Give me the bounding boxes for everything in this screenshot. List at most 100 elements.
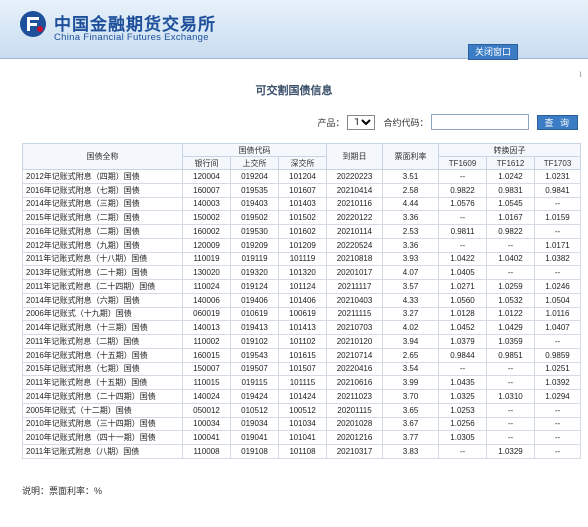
filter-bar: 产品： TF 合约代码： 查 询 <box>317 114 578 130</box>
cf-tf1612-cell: 1.0310 <box>486 389 535 404</box>
cf-tf1612-cell: -- <box>486 402 535 418</box>
interbank-code-cell: 120009 <box>182 237 231 253</box>
col-header-tf1703: TF1703 <box>534 156 581 170</box>
interbank-code-cell: 110015 <box>182 375 231 390</box>
maturity-date-cell: 20201028 <box>326 416 383 432</box>
cf-tf1609-cell: 1.0325 <box>438 389 487 404</box>
bond-name-cell: 2016年记账式附息（七期）国债 <box>22 182 183 198</box>
interbank-code-cell: 150007 <box>182 361 231 377</box>
szse-code-cell: 101108 <box>278 444 327 459</box>
cf-tf1609-cell: 1.0379 <box>438 334 487 349</box>
bond-name-cell: 2011年记账式附息（二期）国债 <box>22 334 183 349</box>
interbank-code-cell: 110019 <box>182 251 231 267</box>
coupon-rate-cell: 3.83 <box>382 444 439 459</box>
coupon-rate-cell: 3.36 <box>382 237 439 253</box>
szse-code-cell: 101204 <box>278 169 327 184</box>
col-header-tf1609: TF1609 <box>438 156 487 170</box>
interbank-code-cell: 110002 <box>182 334 231 349</box>
interbank-code-cell: 160007 <box>182 182 231 198</box>
table-row: 2011年记账式附息（八期）国债 110008 019108 101108 202103… <box>22 444 581 459</box>
col-header-sse: 上交所 <box>230 156 279 170</box>
sse-code-cell: 019424 <box>230 389 279 404</box>
cf-tf1609-cell: -- <box>438 444 487 459</box>
szse-code-cell: 101102 <box>278 334 327 349</box>
cf-tf1609-cell: 1.0422 <box>438 251 487 267</box>
sse-code-cell: 019320 <box>230 265 279 280</box>
cf-tf1703-cell: 1.0116 <box>534 306 581 322</box>
interbank-code-cell: 130020 <box>182 265 231 280</box>
cf-tf1703-cell: -- <box>534 196 581 212</box>
cf-tf1612-cell: 0.9831 <box>486 182 535 198</box>
coupon-rate-cell: 2.58 <box>382 182 439 198</box>
szse-code-cell: 101041 <box>278 430 327 445</box>
szse-code-cell: 101406 <box>278 292 327 308</box>
bond-name-cell: 2005年记账式（十二期）国债 <box>22 402 183 418</box>
cf-tf1703-cell: -- <box>534 444 581 459</box>
col-header-maturity: 到期日 <box>326 143 383 170</box>
cf-tf1609-cell: 1.0128 <box>438 306 487 322</box>
cf-tf1612-cell: 1.0329 <box>486 444 535 459</box>
table-row: 2014年记账式附息（十三期）国债 140013 019413 101413 20210… <box>22 320 581 335</box>
cf-tf1612-cell: 0.9851 <box>486 347 535 363</box>
cf-tf1703-cell: 0.9841 <box>534 182 581 198</box>
coupon-rate-cell: 3.94 <box>382 334 439 349</box>
cf-tf1703-cell: 1.0294 <box>534 389 581 404</box>
maturity-date-cell: 20210414 <box>326 182 383 198</box>
coupon-rate-cell: 3.99 <box>382 375 439 390</box>
coupon-rate-cell: 4.02 <box>382 320 439 335</box>
cf-tf1703-cell: 1.0231 <box>534 169 581 184</box>
bond-name-cell: 2014年记账式附息（六期）国债 <box>22 292 183 308</box>
sse-code-cell: 010619 <box>230 306 279 322</box>
col-header-coupon: 票面利率 <box>382 143 439 170</box>
cf-tf1703-cell: -- <box>534 416 581 432</box>
maturity-date-cell: 20211115 <box>326 306 383 322</box>
cf-tf1609-cell: 1.0576 <box>438 196 487 212</box>
coupon-rate-cell: 2.65 <box>382 347 439 363</box>
table-row: 2012年记账式附息（四期）国债 120004 019204 101204 202202… <box>22 169 581 184</box>
cf-tf1612-cell: -- <box>486 265 535 280</box>
maturity-date-cell: 20210616 <box>326 375 383 390</box>
cf-tf1703-cell: 0.9859 <box>534 347 581 363</box>
cf-tf1609-cell: 0.9811 <box>438 224 487 239</box>
cf-tf1609-cell: -- <box>438 237 487 253</box>
sse-code-cell: 019108 <box>230 444 279 459</box>
table-row: 2015年记账式附息（二期）国债 150002 019502 101502 202201… <box>22 210 581 225</box>
cf-tf1612-cell: -- <box>486 361 535 377</box>
sse-code-cell: 019413 <box>230 320 279 335</box>
query-button[interactable]: 查 询 <box>537 114 578 130</box>
coupon-rate-cell: 3.51 <box>382 169 439 184</box>
decorative-mark: ı <box>579 69 582 80</box>
maturity-date-cell: 20220223 <box>326 169 383 184</box>
table-row: 2013年记账式附息（二十期）国债 130020 019320 101320 20201… <box>22 265 581 280</box>
cf-tf1703-cell: -- <box>534 224 581 239</box>
bond-name-cell: 2011年记账式附息（十五期）国债 <box>22 375 183 390</box>
szse-code-cell: 101424 <box>278 389 327 404</box>
bond-name-cell: 2011年记账式附息（二十四期）国债 <box>22 279 183 294</box>
cffex-logo-icon <box>20 11 46 37</box>
cf-tf1609-cell: -- <box>438 210 487 225</box>
bond-name-cell: 2014年记账式附息（三期）国债 <box>22 196 183 212</box>
sse-code-cell: 019403 <box>230 196 279 212</box>
contract-code-input[interactable] <box>431 114 530 130</box>
cf-tf1612-cell: 0.9822 <box>486 224 535 239</box>
table-row: 2011年记账式附息（十五期）国债 110015 019115 101115 20210… <box>22 375 581 390</box>
interbank-code-cell: 110008 <box>182 444 231 459</box>
close-window-button[interactable]: 关闭窗口 <box>467 44 518 60</box>
product-label: 产品： <box>317 117 345 128</box>
coupon-rate-cell: 3.67 <box>382 416 439 432</box>
bond-name-cell: 2011年记账式附息（八期）国债 <box>22 444 183 459</box>
bond-name-cell: 2012年记账式附息（四期）国债 <box>22 169 183 184</box>
maturity-date-cell: 20210703 <box>326 320 383 335</box>
interbank-code-cell: 160002 <box>182 224 231 239</box>
bond-name-cell: 2006年记账式（十九期）国债 <box>22 306 183 322</box>
maturity-date-cell: 20220524 <box>326 237 383 253</box>
szse-code-cell: 101403 <box>278 196 327 212</box>
col-header-name: 国债全称 <box>22 143 183 170</box>
szse-code-cell: 101124 <box>278 279 327 294</box>
szse-code-cell: 100512 <box>278 402 327 418</box>
sse-code-cell: 019204 <box>230 169 279 184</box>
sse-code-cell: 019209 <box>230 237 279 253</box>
product-select[interactable]: TF <box>347 114 376 130</box>
cf-tf1703-cell: -- <box>534 265 581 280</box>
cf-tf1703-cell: 1.0504 <box>534 292 581 308</box>
